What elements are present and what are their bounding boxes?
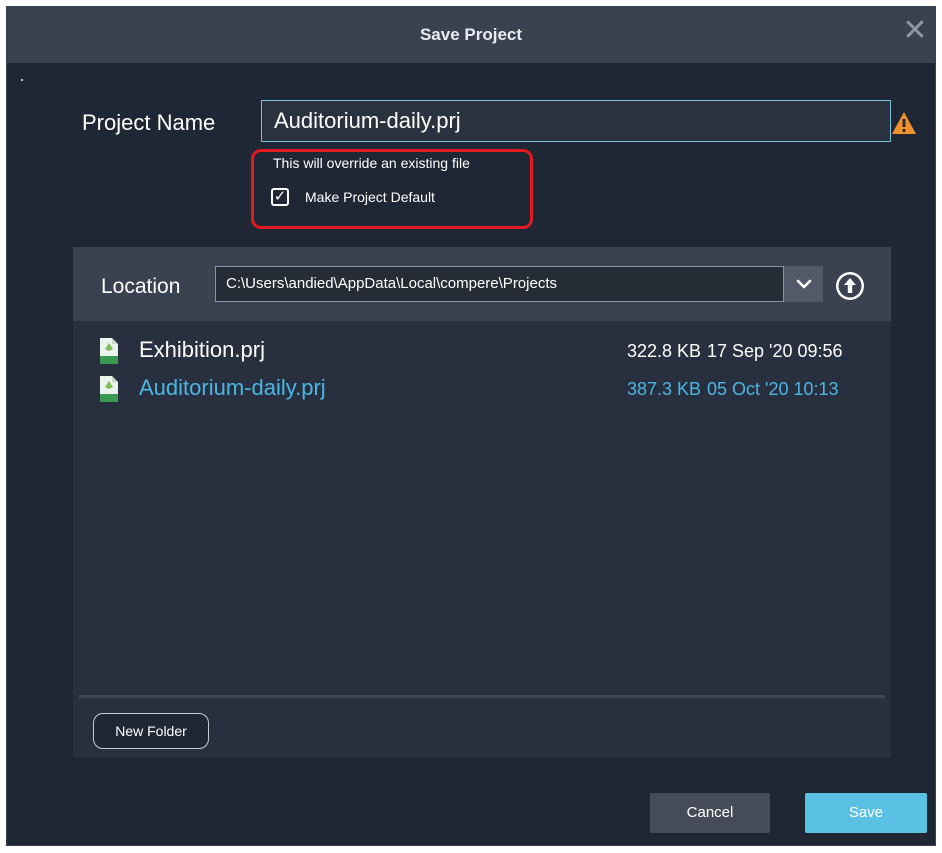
project-file-icon	[100, 376, 118, 402]
file-row[interactable]: Exhibition.prj 322.8 KB 17 Sep '20 09:56	[73, 337, 891, 375]
title-bar: Save Project ✕	[7, 7, 935, 63]
file-list: Exhibition.prj 322.8 KB 17 Sep '20 09:56…	[73, 337, 891, 413]
save-project-dialog: Save Project ✕ Project Name Auditorium-d…	[6, 6, 936, 846]
make-default-checkbox[interactable]: ✓	[271, 188, 289, 206]
location-label: Location	[101, 275, 181, 298]
close-icon[interactable]: ✕	[901, 16, 929, 46]
location-dropdown-button[interactable]	[783, 266, 823, 302]
list-divider	[79, 695, 885, 698]
location-path-select[interactable]: C:\Users\andied\AppData\Local\compere\Pr…	[215, 266, 823, 302]
file-browser-panel: Location C:\Users\andied\AppData\Local\c…	[73, 247, 891, 757]
warning-triangle-icon	[892, 112, 916, 134]
file-name: Auditorium-daily.prj	[139, 375, 326, 400]
make-default-label[interactable]: Make Project Default	[305, 189, 435, 205]
file-size: 387.3 KB	[626, 379, 701, 399]
file-size: 322.8 KB	[626, 341, 701, 361]
file-date: 17 Sep '20 09:56	[707, 341, 843, 361]
save-button[interactable]: Save	[805, 793, 927, 833]
dialog-title: Save Project	[419, 25, 523, 44]
file-row[interactable]: Auditorium-daily.prj 387.3 KB 05 Oct '20…	[73, 375, 891, 413]
cancel-button[interactable]: Cancel	[650, 793, 770, 833]
project-file-icon	[100, 338, 118, 364]
file-date: 05 Oct '20 10:13	[707, 379, 839, 399]
project-name-input[interactable]: Auditorium-daily.prj	[261, 100, 891, 142]
project-name-label: Project Name	[82, 110, 216, 135]
decorative-dot	[21, 79, 23, 81]
chevron-down-icon	[796, 279, 812, 289]
new-folder-button[interactable]: New Folder	[93, 713, 209, 749]
arrow-up-circle-icon[interactable]	[835, 271, 865, 301]
override-warning-text: This will override an existing file	[273, 155, 470, 171]
location-bar: Location C:\Users\andied\AppData\Local\c…	[73, 247, 891, 321]
file-name: Exhibition.prj	[139, 337, 265, 362]
